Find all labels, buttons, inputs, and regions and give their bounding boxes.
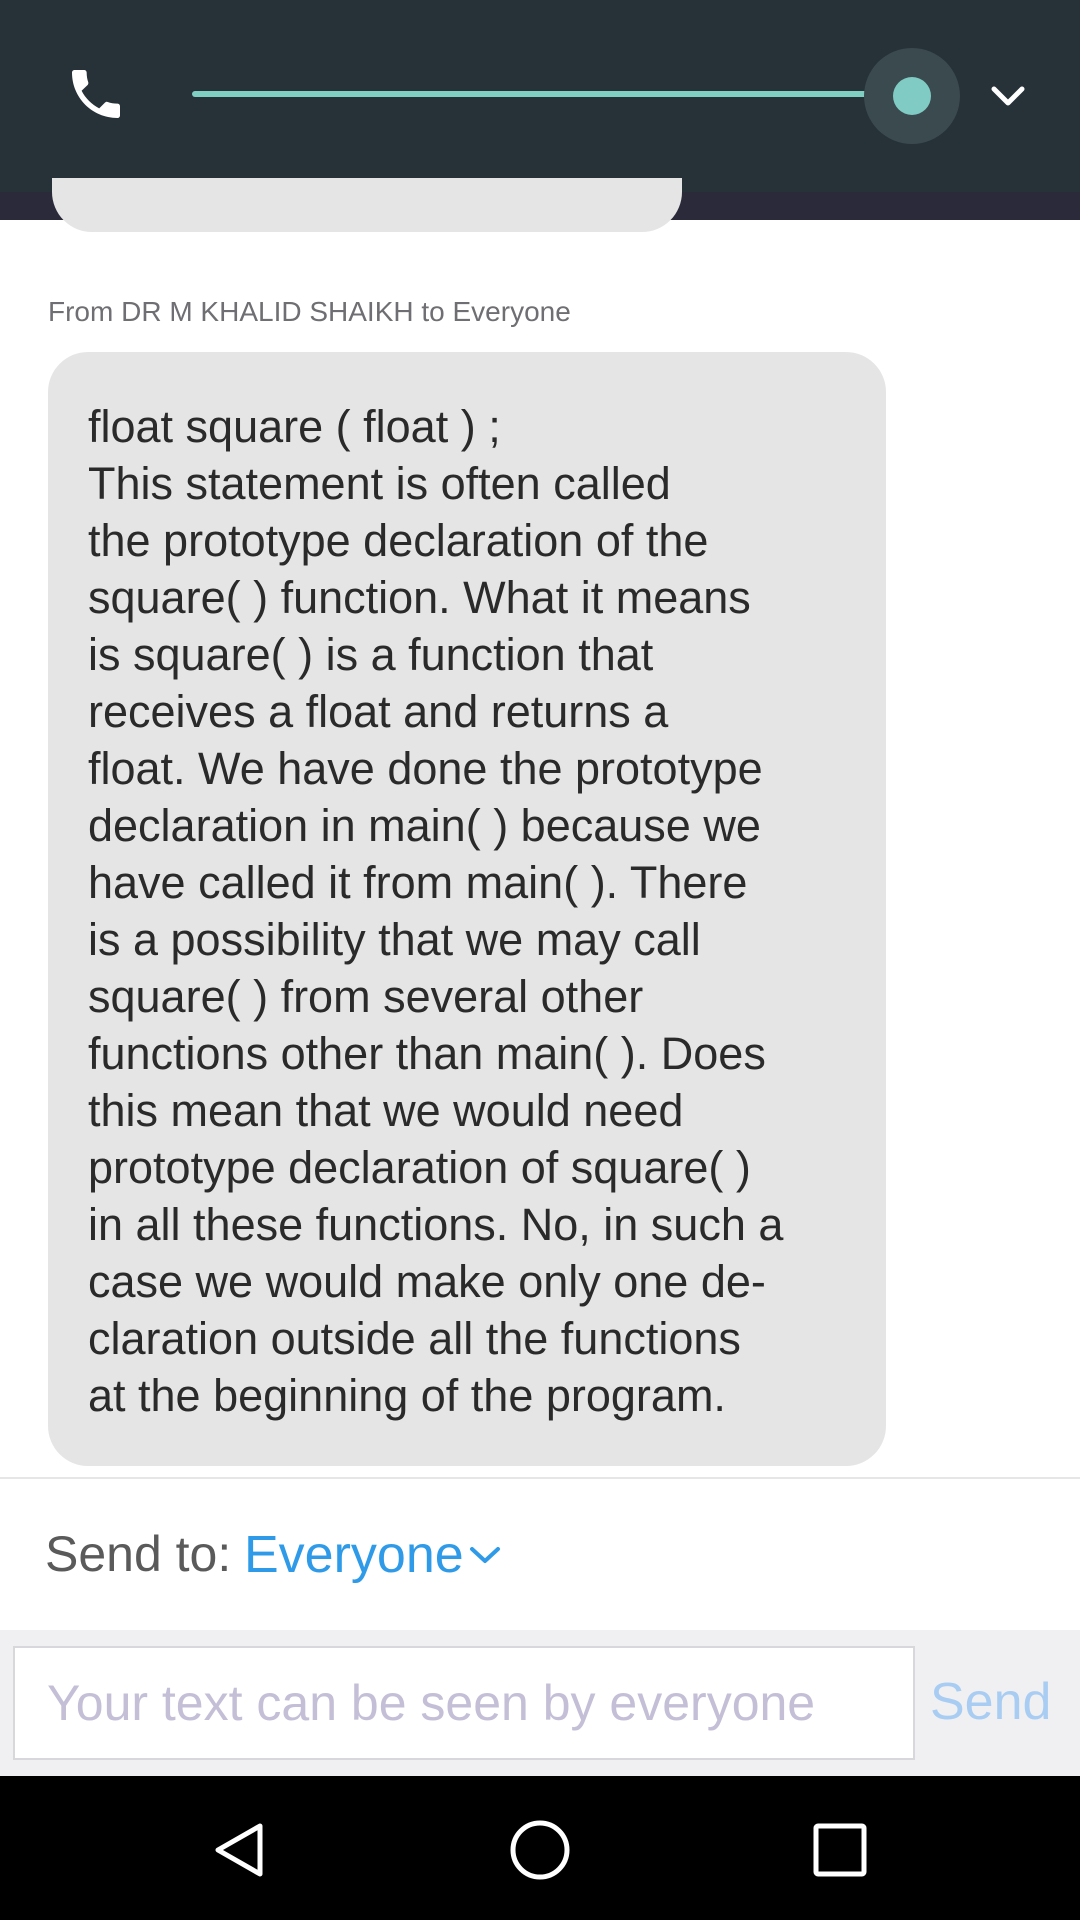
message-line: receives a float and returns a bbox=[88, 686, 669, 737]
message-line: prototype declaration of square( ) bbox=[88, 1142, 751, 1193]
message-line: is a possibility that we may call bbox=[88, 914, 701, 965]
send-to-dropdown[interactable]: Everyone bbox=[244, 1525, 464, 1585]
message-line: float square ( float ) ; bbox=[88, 401, 501, 452]
volume-slider-thumb[interactable] bbox=[893, 77, 931, 115]
message-sender-line: From DR M KHALID SHAIKH to Everyone bbox=[48, 296, 571, 327]
message-line: this mean that we would need bbox=[88, 1085, 684, 1136]
chevron-down-icon[interactable] bbox=[988, 80, 1028, 112]
divider bbox=[0, 1477, 1080, 1479]
message-line: case we would make only one de- bbox=[88, 1256, 766, 1307]
chevron-down-icon[interactable] bbox=[468, 1544, 502, 1566]
message-line: square( ) function. What it means bbox=[88, 572, 751, 623]
message-line: the prototype declaration of the bbox=[88, 515, 709, 566]
send-button[interactable]: Send bbox=[930, 1672, 1051, 1732]
message-line: declaration in main( ) because we bbox=[88, 800, 761, 851]
message-line: square( ) from several other bbox=[88, 971, 644, 1022]
previous-message-bubble bbox=[52, 178, 682, 232]
message-line: This statement is often called bbox=[88, 458, 671, 509]
message-line: float. We have done the prototype bbox=[88, 743, 763, 794]
recents-square-icon[interactable] bbox=[812, 1822, 868, 1878]
message-line: at the beginning of the program. bbox=[88, 1370, 726, 1421]
phone-icon[interactable] bbox=[64, 62, 128, 126]
home-circle-icon[interactable] bbox=[508, 1818, 572, 1882]
back-triangle-icon[interactable] bbox=[210, 1820, 270, 1880]
message-line: in all these functions. No, in such a bbox=[88, 1199, 784, 1250]
message-input[interactable] bbox=[13, 1646, 915, 1760]
message-line: functions other than main( ). Does bbox=[88, 1028, 766, 1079]
volume-slider-track[interactable] bbox=[192, 91, 912, 97]
message-line: is square( ) is a function that bbox=[88, 629, 654, 680]
message-text: float square ( float ) ; This statement i… bbox=[88, 398, 858, 1424]
message-line: claration outside all the functions bbox=[88, 1313, 741, 1364]
send-to-label: Send to: bbox=[45, 1526, 232, 1582]
message-line: have called it from main( ). There bbox=[88, 857, 748, 908]
